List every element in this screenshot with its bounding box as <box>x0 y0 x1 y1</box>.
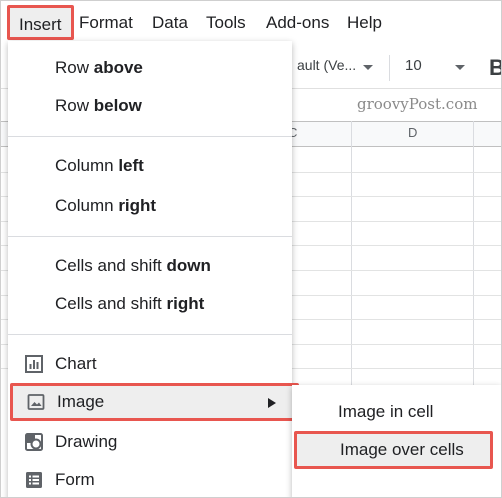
cells-shift-right-prefix: Cells and shift <box>55 294 167 313</box>
image-over-cells-label: Image over cells <box>340 440 464 459</box>
menu-item-drawing[interactable]: Drawing <box>8 423 292 461</box>
drawing-icon <box>25 433 43 451</box>
font-dropdown-arrow-icon[interactable] <box>363 65 373 70</box>
chart-label: Chart <box>55 354 97 373</box>
image-in-cell-label: Image in cell <box>338 402 434 421</box>
font-size-select[interactable]: 10 <box>405 57 422 74</box>
row-above-prefix: Row <box>55 58 94 77</box>
cells-shift-right-emph: right <box>166 294 205 313</box>
column-right-prefix: Column <box>55 196 119 215</box>
form-label: Form <box>55 470 95 489</box>
image-submenu: Image in cell Image over cells <box>292 385 501 497</box>
column-left-emph: left <box>118 156 144 175</box>
chart-icon <box>25 355 43 373</box>
menu-divider <box>8 236 292 237</box>
menu-insert[interactable]: Insert <box>7 5 74 40</box>
menu-item-cells-shift-down[interactable]: Cells and shift down <box>8 247 292 285</box>
cells-shift-down-emph: down <box>166 256 211 275</box>
menu-item-image[interactable]: Image <box>10 383 299 421</box>
bold-button[interactable]: B <box>489 55 501 81</box>
menu-data[interactable]: Data <box>152 1 188 45</box>
menu-item-row-below[interactable]: Row below <box>8 87 292 125</box>
font-family-select[interactable]: ault (Ve... <box>297 57 356 73</box>
menu-item-cells-shift-right[interactable]: Cells and shift right <box>8 285 292 323</box>
font-size-dropdown-arrow-icon[interactable] <box>455 65 465 70</box>
column-right-emph: right <box>118 196 157 215</box>
cells-shift-down-prefix: Cells and shift <box>55 256 167 275</box>
row-below-prefix: Row <box>55 96 94 115</box>
menu-item-image-over-cells[interactable]: Image over cells <box>294 431 493 469</box>
insert-menu: Row above Row below Column left Column r… <box>8 41 299 497</box>
drawing-label: Drawing <box>55 432 118 451</box>
row-above-emph: above <box>93 58 143 77</box>
menu-bar: Insert Format Data Tools Add-ons Help <box>1 1 501 45</box>
watermark: groovyPost.com <box>357 95 478 113</box>
menu-format[interactable]: Format <box>79 1 133 45</box>
row-below-emph: below <box>93 96 142 115</box>
menu-divider <box>8 334 292 335</box>
menu-item-chart[interactable]: Chart <box>8 345 292 383</box>
column-left-prefix: Column <box>55 156 119 175</box>
menu-tools[interactable]: Tools <box>206 1 246 45</box>
form-icon <box>26 472 42 488</box>
screenshot-frame: Insert Format Data Tools Add-ons Help au… <box>0 0 502 498</box>
column-header-d[interactable]: D <box>408 125 417 140</box>
menu-item-image-in-cell[interactable]: Image in cell <box>292 393 501 431</box>
menu-item-column-right[interactable]: Column right <box>8 187 292 225</box>
toolbar-separator <box>389 55 390 81</box>
image-icon <box>27 394 45 410</box>
menu-item-form[interactable]: Form <box>8 461 292 497</box>
menu-add-ons[interactable]: Add-ons <box>266 1 329 45</box>
menu-divider <box>8 136 292 137</box>
submenu-arrow-icon <box>268 398 276 408</box>
image-label: Image <box>57 392 105 411</box>
menu-item-column-left[interactable]: Column left <box>8 147 292 185</box>
menu-item-row-above[interactable]: Row above <box>8 49 292 87</box>
menu-help[interactable]: Help <box>347 1 382 45</box>
